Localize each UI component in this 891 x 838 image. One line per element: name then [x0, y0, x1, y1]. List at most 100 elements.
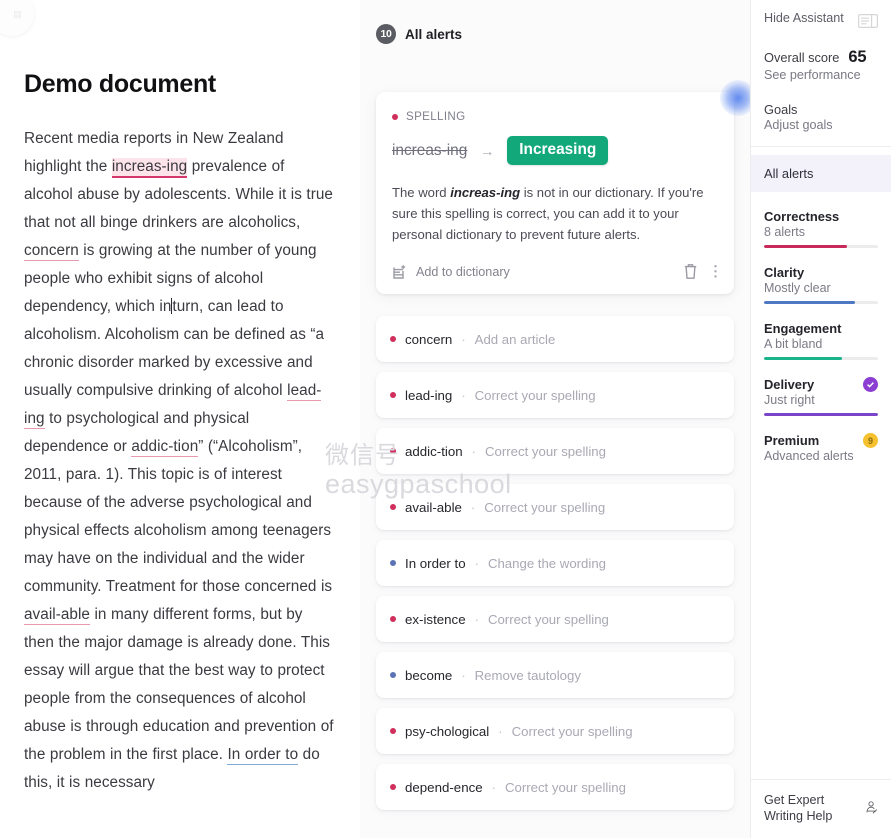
page-title: Demo document	[24, 70, 216, 98]
metric-sub: 8 alerts	[764, 225, 805, 239]
alert-row[interactable]: lead-ing · Correct your spelling	[376, 372, 734, 418]
alert-card-expanded[interactable]: SPELLING increas-ing → Increasing The wo…	[376, 80, 750, 294]
metric-progress-fill	[764, 357, 842, 360]
alert-category-label: SPELLING	[406, 110, 466, 123]
premium-count-badge: 9	[863, 433, 878, 448]
metric-header: Engagement	[764, 321, 878, 336]
alert-row-word: depend-ence	[405, 779, 483, 795]
see-performance-link[interactable]: See performance	[764, 68, 878, 82]
document-text[interactable]: Recent media reports in New Zealand high…	[24, 125, 336, 797]
alert-row-action: Correct your spelling	[487, 611, 609, 627]
alert-row-separator: ·	[470, 499, 476, 515]
severity-dot-icon	[390, 504, 396, 510]
overall-score-row: Overall score 65	[764, 48, 878, 67]
sidebar-metric-clarity[interactable]: Clarity Mostly clear	[751, 265, 891, 304]
alert-row-word: avail-able	[405, 499, 462, 515]
severity-dot-icon	[392, 113, 398, 120]
alert-card-list: SPELLING increas-ing → Increasing The wo…	[360, 50, 750, 810]
alert-row-word: concern	[405, 331, 453, 347]
app-logo-glyph: ▤	[13, 8, 21, 19]
sidebar-item-all-alerts[interactable]: All alerts	[751, 155, 891, 192]
metric-progress-fill	[764, 245, 848, 248]
metric-header: Clarity	[764, 265, 878, 280]
alert-row-separator: ·	[474, 555, 479, 571]
add-to-dictionary-button[interactable]: Add to dictionary	[392, 264, 510, 280]
trash-icon[interactable]	[683, 263, 698, 280]
metric-sub: Just right	[764, 393, 815, 407]
severity-dot-icon	[390, 784, 396, 790]
alert-row[interactable]: In order to · Change the wording	[376, 540, 734, 586]
spelling-error-underline[interactable]: concern	[24, 242, 79, 261]
metric-name: Clarity	[764, 265, 805, 280]
spelling-error-highlight[interactable]: increas-ing	[111, 158, 188, 178]
arrow-right-icon: →	[480, 142, 495, 159]
alert-row[interactable]: depend-ence · Correct your spelling	[376, 764, 734, 810]
overall-score-value: 65	[848, 48, 867, 66]
alert-row-separator: ·	[461, 331, 466, 347]
more-vertical-icon[interactable]	[713, 263, 718, 280]
metric-header: Premium 9	[764, 433, 878, 448]
sidebar-metric-premium[interactable]: Premium 9 Advanced alerts	[751, 433, 891, 463]
alert-category-row: SPELLING	[392, 110, 718, 123]
alert-row[interactable]: ex-istence · Correct your spelling	[376, 596, 734, 642]
alert-row-word: become	[405, 667, 453, 683]
explanation-prefix: The word	[392, 185, 451, 200]
original-word: increas-ing	[392, 141, 468, 159]
metric-name: Correctness	[764, 209, 840, 224]
alert-row-separator: ·	[474, 611, 479, 627]
alert-row-word: In order to	[405, 555, 466, 571]
goals-block[interactable]: Goals Adjust goals	[751, 102, 891, 132]
overall-score-label: Overall score	[764, 50, 840, 65]
adjust-goals-link[interactable]: Adjust goals	[764, 118, 878, 132]
spelling-error-underline[interactable]: addic-tion	[131, 438, 199, 457]
writer-person-icon	[866, 801, 877, 814]
suggestion-row: increas-ing → Increasing	[392, 80, 750, 165]
metric-sub: Mostly clear	[764, 281, 831, 295]
metric-progress-track	[764, 245, 878, 248]
alert-row[interactable]: concern · Add an article	[376, 316, 734, 362]
metric-sub: A bit bland	[764, 337, 823, 351]
document-text-run: ” (“Alcoholism”, 2011, para. 1). This to…	[24, 438, 333, 595]
add-to-dictionary-label: Add to dictionary	[416, 264, 510, 279]
panel-collapse-icon	[858, 14, 878, 28]
severity-dot-icon	[390, 448, 396, 454]
document-editor[interactable]: Demo document Recent media reports in Ne…	[0, 0, 360, 838]
explanation-word: increas-ing	[450, 185, 521, 200]
severity-dot-icon	[390, 392, 396, 398]
metric-header: Delivery	[764, 377, 878, 392]
severity-dot-icon	[390, 616, 396, 622]
alert-row-action: Correct your spelling	[504, 779, 626, 795]
alert-row-action: Correct your spelling	[484, 499, 606, 515]
apply-suggestion-button[interactable]: Increasing	[507, 136, 609, 165]
alert-row-separator: ·	[491, 779, 496, 795]
metric-progress-track	[764, 301, 878, 304]
sidebar-metric-delivery[interactable]: Delivery Just right	[751, 377, 891, 416]
alert-row-word: addic-tion	[405, 443, 463, 459]
sidebar-item-all-alerts-label: All alerts	[764, 166, 814, 181]
alert-row[interactable]: become · Remove tautology	[376, 652, 734, 698]
cursor-click-indicator	[720, 80, 750, 116]
sidebar-metric-correctness[interactable]: Correctness 8 alerts	[751, 209, 891, 248]
metric-name: Delivery	[764, 377, 815, 392]
alert-row[interactable]: addic-tion · Correct your spelling	[376, 428, 734, 474]
alert-row-separator: ·	[461, 387, 466, 403]
app-root: ▤ Demo document Recent media reports in …	[0, 0, 891, 838]
collapsed-alert-rows: concern · Add an article lead-ing · Correct y…	[376, 316, 734, 810]
alert-row-action: Correct your spelling	[511, 723, 633, 739]
sidebar-metric-engagement[interactable]: Engagement A bit bland	[751, 321, 891, 360]
severity-dot-icon	[390, 728, 396, 734]
alert-row[interactable]: avail-able · Correct your spelling	[376, 484, 734, 530]
spelling-error-underline[interactable]: avail-able	[24, 606, 90, 625]
alert-row[interactable]: psy-chological · Correct your spelling	[376, 708, 734, 754]
severity-dot-icon	[390, 672, 396, 678]
alert-row-action: Add an article	[474, 331, 556, 347]
alert-row-action: Remove tautology	[474, 667, 581, 683]
get-expert-help-button[interactable]: Get Expert Writing Help	[751, 779, 891, 838]
alert-row-separator: ·	[471, 443, 476, 459]
check-circle-icon	[863, 377, 878, 392]
hide-assistant-button[interactable]: Hide Assistant	[751, 8, 891, 28]
overall-score-block[interactable]: Overall score 65 See performance	[751, 48, 891, 82]
clarity-suggestion-underline[interactable]: In order to	[227, 746, 299, 765]
alert-row-action: Correct your spelling	[474, 387, 596, 403]
alert-card-actions: Add to dictionary	[392, 259, 718, 284]
